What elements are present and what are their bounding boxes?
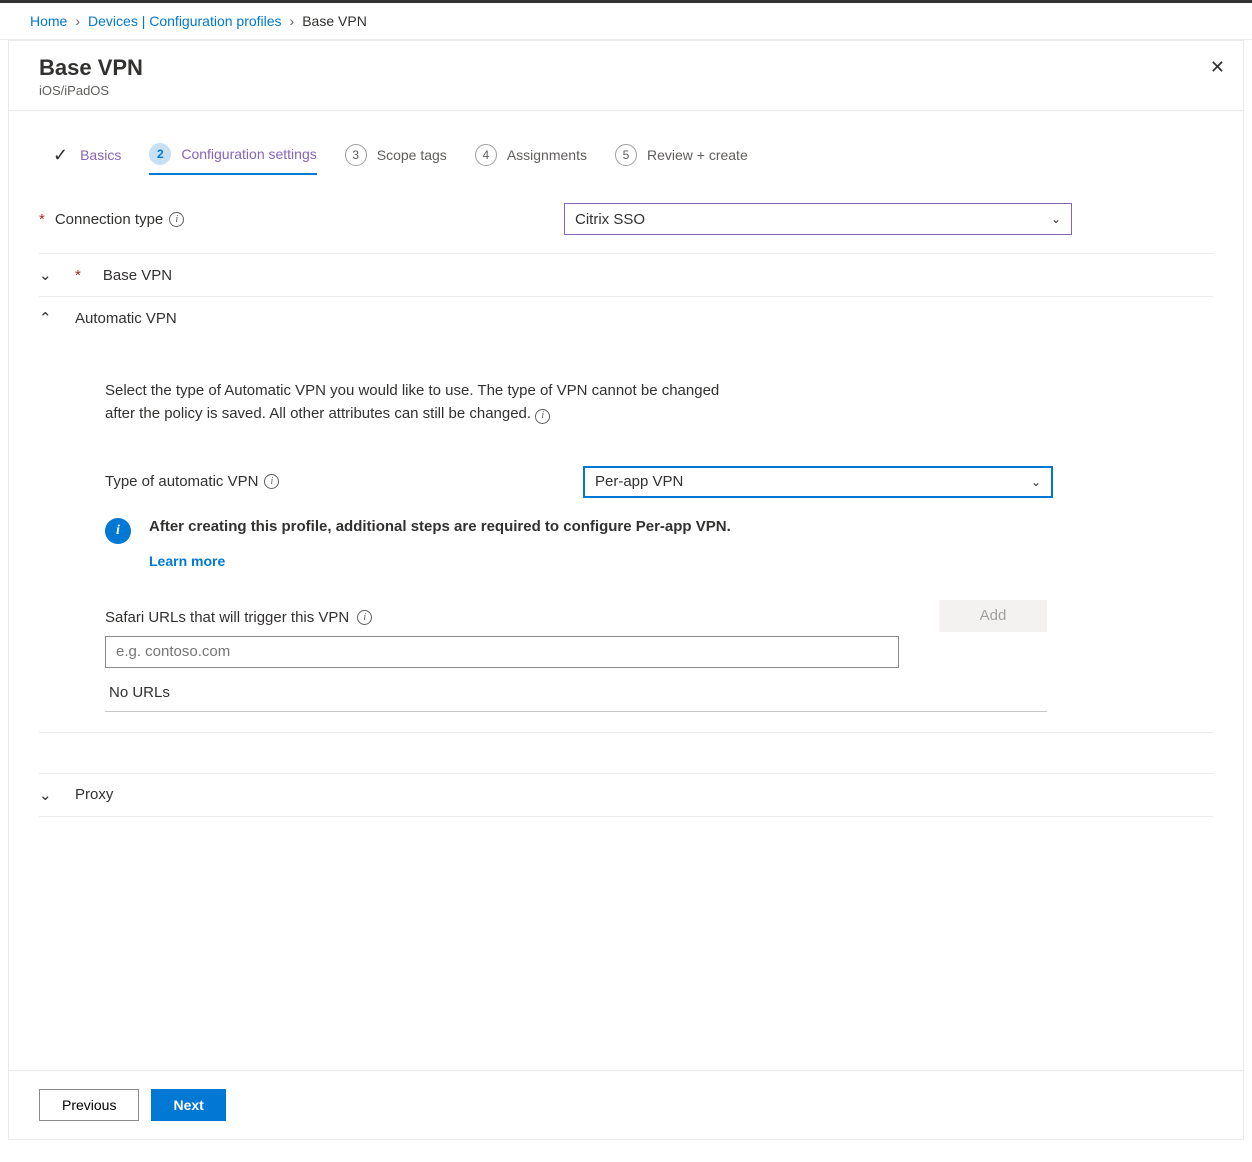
automatic-vpn-type-label: Type of automatic VPN i xyxy=(105,473,583,490)
tab-basics[interactable]: ✓ Basics xyxy=(53,145,121,174)
select-value: Per-app VPN xyxy=(595,473,683,490)
tab-label: Basics xyxy=(80,147,121,163)
step-number: 2 xyxy=(149,143,171,165)
section-automatic-vpn[interactable]: ⌃ Automatic VPN xyxy=(39,297,1213,339)
info-icon[interactable]: i xyxy=(264,474,279,489)
info-badge-icon: i xyxy=(105,518,131,544)
label-text: Connection type xyxy=(55,211,163,228)
info-icon[interactable]: i xyxy=(357,610,372,625)
breadcrumb-devices[interactable]: Devices | Configuration profiles xyxy=(88,13,282,29)
connection-type-select[interactable]: Citrix SSO ⌄ xyxy=(564,203,1072,235)
chevron-right-icon: › xyxy=(75,13,80,29)
section-title: Proxy xyxy=(75,786,113,803)
tab-label: Configuration settings xyxy=(181,146,316,162)
chevron-down-icon: ⌄ xyxy=(39,266,57,284)
required-marker: * xyxy=(75,267,81,284)
close-icon: ✕ xyxy=(1210,57,1225,77)
tab-review-create[interactable]: 5 Review + create xyxy=(615,144,748,174)
breadcrumb: Home › Devices | Configuration profiles … xyxy=(0,3,1252,40)
page-subtitle: iOS/iPadOS xyxy=(39,83,1213,98)
connection-type-label: * Connection type i xyxy=(39,211,564,228)
section-proxy[interactable]: ⌄ Proxy xyxy=(39,773,1213,817)
breadcrumb-home[interactable]: Home xyxy=(30,13,67,29)
chevron-down-icon: ⌄ xyxy=(1031,475,1041,489)
automatic-vpn-type-select[interactable]: Per-app VPN ⌄ xyxy=(583,466,1053,498)
main-panel: Base VPN iOS/iPadOS ✕ ✓ Basics 2 Configu… xyxy=(8,40,1244,1140)
tab-assignments[interactable]: 4 Assignments xyxy=(475,144,587,174)
desc-text: Select the type of Automatic VPN you wou… xyxy=(105,382,719,422)
automatic-vpn-body: Select the type of Automatic VPN you wou… xyxy=(39,339,1213,733)
page-title: Base VPN xyxy=(39,55,1213,81)
no-urls-text: No URLs xyxy=(105,674,1047,712)
safari-urls-row: Add xyxy=(105,636,1213,668)
info-icon[interactable]: i xyxy=(535,409,550,424)
section-base-vpn[interactable]: ⌄ * Base VPN xyxy=(39,253,1213,297)
add-button[interactable]: Add xyxy=(939,600,1047,632)
info-icon[interactable]: i xyxy=(169,212,184,227)
info-callout-text: After creating this profile, additional … xyxy=(149,518,731,535)
label-text: Type of automatic VPN xyxy=(105,473,258,490)
previous-button[interactable]: Previous xyxy=(39,1089,139,1121)
check-icon: ✓ xyxy=(53,145,68,166)
section-title: Base VPN xyxy=(103,267,172,284)
label-text: Safari URLs that will trigger this VPN xyxy=(105,609,349,626)
info-callout: i After creating this profile, additiona… xyxy=(105,518,1213,569)
required-marker: * xyxy=(39,211,45,228)
connection-type-row: * Connection type i Citrix SSO ⌄ xyxy=(39,203,1213,235)
chevron-right-icon: › xyxy=(290,13,295,29)
tab-label: Scope tags xyxy=(377,147,447,163)
chevron-down-icon: ⌄ xyxy=(1051,212,1061,226)
breadcrumb-current: Base VPN xyxy=(302,13,367,29)
close-button[interactable]: ✕ xyxy=(1210,57,1225,78)
learn-more-link[interactable]: Learn more xyxy=(149,553,731,569)
step-number: 4 xyxy=(475,144,497,166)
chevron-down-icon: ⌄ xyxy=(39,786,57,804)
footer-bar: Previous Next xyxy=(9,1070,1243,1139)
tab-label: Assignments xyxy=(507,147,587,163)
chevron-up-icon: ⌃ xyxy=(39,309,57,327)
tab-configuration-settings[interactable]: 2 Configuration settings xyxy=(149,143,316,175)
automatic-vpn-description: Select the type of Automatic VPN you wou… xyxy=(105,379,725,426)
section-title: Automatic VPN xyxy=(75,310,177,327)
tab-scope-tags[interactable]: 3 Scope tags xyxy=(345,144,447,174)
panel-body: ✓ Basics 2 Configuration settings 3 Scop… xyxy=(9,111,1243,907)
step-number: 3 xyxy=(345,144,367,166)
safari-url-input[interactable] xyxy=(105,636,899,668)
panel-header: Base VPN iOS/iPadOS ✕ xyxy=(9,41,1243,111)
wizard-tabs: ✓ Basics 2 Configuration settings 3 Scop… xyxy=(53,143,1213,175)
tab-label: Review + create xyxy=(647,147,748,163)
step-number: 5 xyxy=(615,144,637,166)
automatic-vpn-type-row: Type of automatic VPN i Per-app VPN ⌄ xyxy=(105,466,1213,498)
select-value: Citrix SSO xyxy=(575,211,645,228)
next-button[interactable]: Next xyxy=(151,1089,225,1121)
